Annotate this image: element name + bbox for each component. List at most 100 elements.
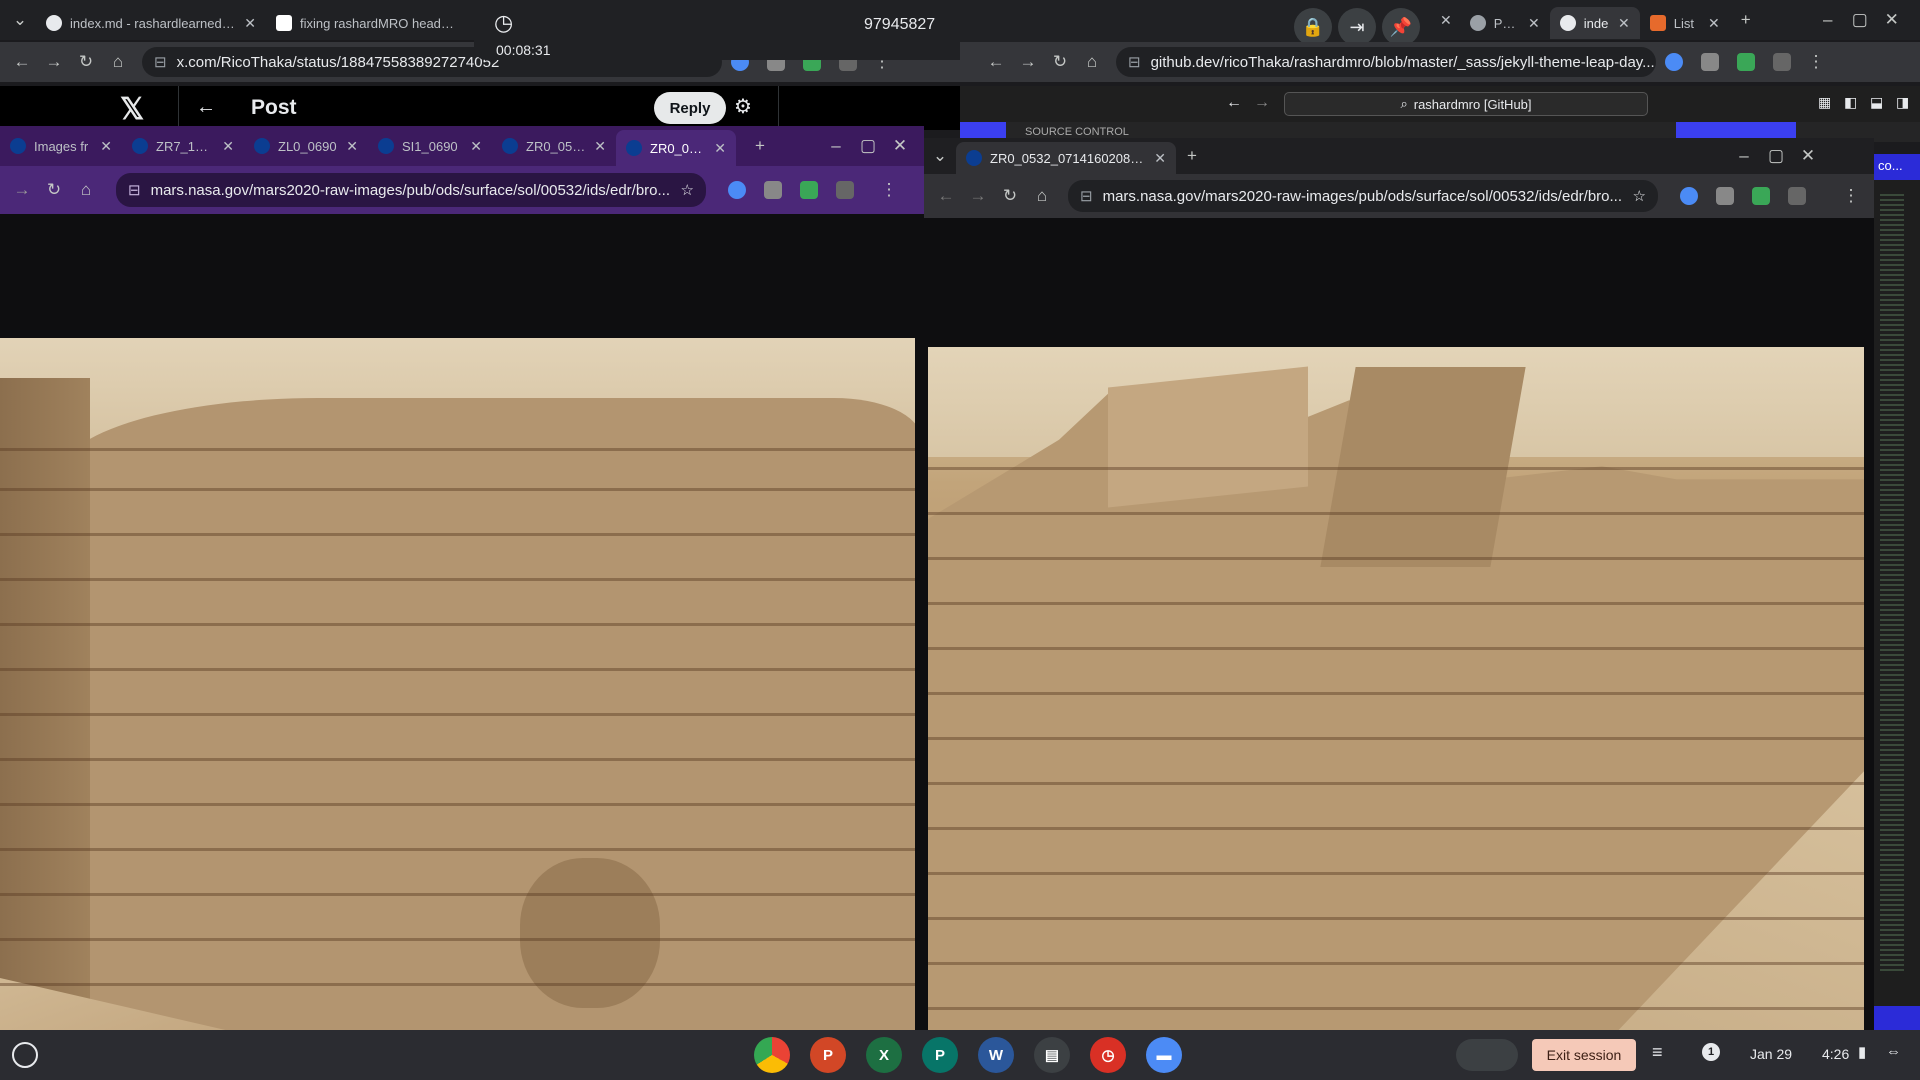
menu-icon[interactable]: ⋮ [873,174,905,206]
back-icon[interactable]: ← [1226,94,1242,112]
lock-icon[interactable]: 🔒 [1294,8,1332,46]
battery-icon[interactable]: ▮ [1858,1043,1866,1061]
playlist-icon[interactable]: ≡ [1652,1042,1663,1063]
minimize-icon[interactable]: – [1812,4,1844,36]
sidebar-toggle-icon[interactable]: ◧ [1844,94,1857,111]
extension-icon[interactable] [728,181,746,199]
minimap[interactable]: co... [1874,154,1920,1030]
launcher-icon[interactable] [12,1042,38,1068]
tab-si1[interactable]: SI1_0690 ✕ [368,126,492,166]
tab-images[interactable]: Images fr ✕ [0,126,122,166]
home-icon[interactable]: ⌂ [1076,46,1108,78]
publisher-icon[interactable]: P [922,1037,958,1073]
extension-icon[interactable] [1752,187,1770,205]
reload-icon[interactable]: ↻ [70,46,102,78]
command-center-search[interactable]: ⌕ rashardmro [GitHub] [1284,92,1648,116]
menu-icon[interactable]: ⋮ [1800,46,1832,78]
home-icon[interactable]: ⌂ [70,174,102,206]
stopwatch-icon[interactable]: ◷ [1090,1037,1126,1073]
close-icon[interactable]: ✕ [594,138,606,155]
tote-icon[interactable] [1456,1039,1518,1071]
tab-search-icon[interactable]: ⌄ [924,140,956,172]
reload-icon[interactable]: ↻ [38,174,70,206]
bookmark-star-icon[interactable]: ☆ [681,181,694,199]
forward-icon[interactable]: → [1012,46,1044,78]
menu-icon[interactable]: ⋮ [1835,180,1867,212]
back-arrow-icon[interactable]: ← [196,96,216,119]
exit-session-button[interactable]: Exit session [1532,1039,1636,1071]
close-icon[interactable]: ✕ [1708,15,1720,32]
extension-icon[interactable] [1680,187,1698,205]
extension-icon[interactable] [1665,53,1683,71]
extension-icon[interactable] [1716,187,1734,205]
close-icon[interactable]: ✕ [244,15,256,32]
back-icon[interactable]: ← [980,46,1012,78]
close-icon[interactable]: ✕ [346,138,358,155]
reply-button[interactable]: Reply [654,92,726,124]
close-icon[interactable]: ✕ [470,138,482,155]
close-icon[interactable]: ✕ [1528,15,1540,32]
back-icon[interactable]: ← [6,46,38,78]
site-info-icon[interactable]: ⊟ [154,53,167,71]
tab-zr0-a[interactable]: ZR0_0532 ✕ [492,126,616,166]
notification-bell-icon[interactable] [1874,1006,1920,1030]
extension-icon[interactable] [1701,53,1719,71]
home-icon[interactable]: ⌂ [102,46,134,78]
close-icon[interactable]: ✕ [100,138,112,155]
close-icon[interactable]: ✕ [1440,12,1452,29]
close-icon[interactable]: ✕ [222,138,234,155]
tab-fixing-heading[interactable]: fixing rashardMRO heading [266,7,466,39]
tab-zr0-image[interactable]: ZR0_0532_0714160208_098EB ✕ [956,142,1176,174]
close-window-icon[interactable]: ✕ [1792,140,1824,172]
close-icon[interactable]: ✕ [714,140,726,157]
tab-index[interactable]: inde ✕ [1549,7,1640,39]
x-logo-icon[interactable]: 𝕏 [120,92,144,127]
maximize-icon[interactable]: ▢ [852,130,884,162]
extensions-puzzle-icon[interactable] [836,181,854,199]
files-icon[interactable]: ▤ [1034,1037,1070,1073]
tab-pds[interactable]: PDS ✕ [1460,7,1550,39]
pin-icon[interactable]: 📌 [1382,8,1420,46]
layout-icon[interactable]: ▦ [1818,94,1831,111]
new-tab-icon[interactable]: + [1176,140,1208,172]
bookmark-star-icon[interactable]: ☆ [1633,187,1646,205]
forward-icon[interactable]: → [38,46,70,78]
powerpoint-icon[interactable]: P [810,1037,846,1073]
tab-index-md[interactable]: index.md - rashardlearned [Gith ✕ [36,7,266,39]
date-label[interactable]: Jan 29 [1750,1046,1792,1062]
settings-sliders-icon[interactable]: ⚙ [734,94,752,119]
extension-icon[interactable] [1737,53,1755,71]
extensions-puzzle-icon[interactable] [1773,53,1791,71]
site-info-icon[interactable]: ⊟ [1128,53,1141,71]
chrome-icon[interactable] [754,1037,790,1073]
extension-icon[interactable] [800,181,818,199]
close-icon[interactable]: ✕ [1618,15,1630,32]
popup-left-address-bar[interactable]: ⊟ mars.nasa.gov/mars2020-raw-images/pub/… [116,173,706,207]
new-tab-icon[interactable]: + [744,130,776,162]
panel-toggle-icon[interactable]: ⬓ [1870,94,1883,111]
home-icon[interactable]: ⌂ [1026,180,1058,212]
notification-badge[interactable]: 1 [1702,1043,1720,1061]
extensions-puzzle-icon[interactable] [1788,187,1806,205]
tab-search-icon[interactable]: ⌄ [4,4,36,36]
close-window-icon[interactable]: ✕ [884,130,916,162]
folder-icon[interactable]: ▬ [1146,1037,1182,1073]
tab-zr0-active[interactable]: ZR0_0532 ✕ [616,130,736,166]
forward-icon[interactable]: → [1254,94,1270,112]
forward-icon[interactable]: → [962,180,994,212]
exit-icon[interactable]: ⇥ [1338,8,1376,46]
tab-zr7[interactable]: ZR7_1402 ✕ [122,126,244,166]
right-address-bar[interactable]: ⊟ github.dev/ricoThaka/rashardmro/blob/m… [1116,47,1656,77]
word-icon[interactable]: W [978,1037,1014,1073]
new-tab-icon[interactable]: + [1730,4,1762,36]
excel-icon[interactable]: X [866,1037,902,1073]
forward-icon[interactable]: → [6,174,38,206]
minimize-icon[interactable]: – [820,130,852,162]
extension-icon[interactable] [764,181,782,199]
site-info-icon[interactable]: ⊟ [1080,187,1093,205]
maximize-icon[interactable]: ▢ [1844,4,1876,36]
close-icon[interactable]: ✕ [1154,150,1166,167]
site-info-icon[interactable]: ⊟ [128,181,141,199]
reload-icon[interactable]: ↻ [994,180,1026,212]
network-icon[interactable]: ⇔ [1886,1043,1901,1060]
